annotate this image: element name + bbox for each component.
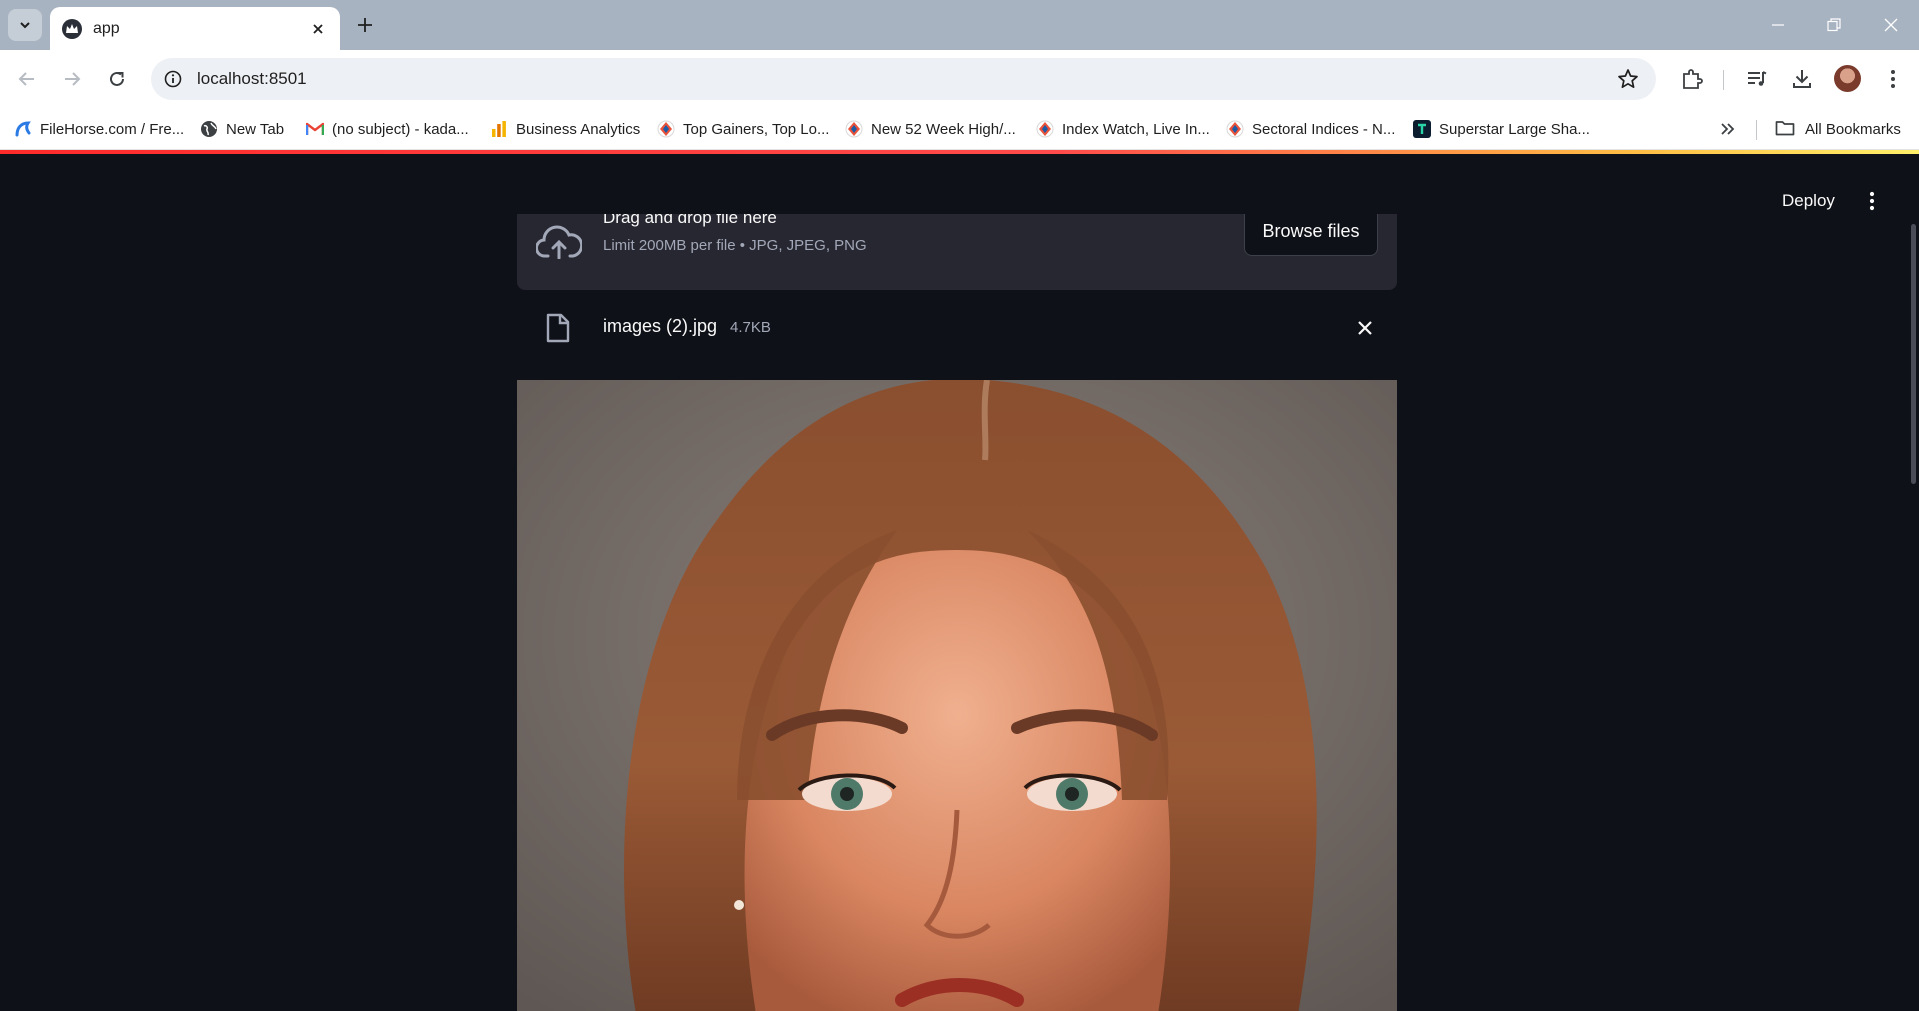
browse-files-button[interactable]: Browse files bbox=[1244, 214, 1378, 256]
bookmark-label: Business Analytics bbox=[516, 120, 641, 138]
dropzone-title: Drag and drop file here bbox=[603, 214, 777, 227]
bookmark-label: New Tab bbox=[226, 120, 285, 138]
browser-tab-strip: app bbox=[0, 0, 1919, 50]
gmail-icon bbox=[306, 120, 324, 138]
bookmark-item[interactable]: Sectoral Indices - N... bbox=[1226, 117, 1395, 141]
bookmark-item[interactable]: Business Analytics bbox=[490, 117, 640, 141]
dropzone-limit-text: Limit 200MB per file • JPG, JPEG, PNG bbox=[603, 237, 867, 254]
double-chevron-right-icon bbox=[1721, 123, 1735, 135]
uploaded-file-name: images (2).jpg bbox=[603, 316, 718, 336]
media-queue-icon bbox=[1748, 71, 1767, 86]
forward-button[interactable] bbox=[55, 62, 89, 96]
close-icon bbox=[1884, 18, 1898, 32]
download-icon bbox=[1793, 70, 1811, 88]
reload-button[interactable] bbox=[100, 62, 134, 96]
bookmark-item[interactable]: Top Gainers, Top Lo... bbox=[657, 117, 829, 141]
back-button[interactable] bbox=[10, 62, 44, 96]
nse-logo-icon bbox=[657, 120, 675, 138]
bookmark-item[interactable]: Index Watch, Live In... bbox=[1036, 117, 1210, 141]
uploaded-file-size: 4.7KB bbox=[730, 319, 771, 336]
deploy-button[interactable]: Deploy bbox=[1768, 181, 1849, 221]
downloads-button[interactable] bbox=[1786, 63, 1818, 95]
toolbar-divider bbox=[1723, 70, 1724, 90]
folder-icon bbox=[1775, 120, 1795, 138]
bookmark-item[interactable]: FileHorse.com / Fre... bbox=[14, 117, 184, 141]
close-window-button[interactable] bbox=[1863, 0, 1919, 50]
puzzle-icon bbox=[1683, 69, 1703, 89]
bookmark-label: FileHorse.com / Fre... bbox=[40, 120, 185, 138]
page-scrollbar-thumb[interactable] bbox=[1911, 224, 1916, 484]
restore-window-button[interactable] bbox=[1806, 0, 1862, 50]
site-info-icon[interactable] bbox=[161, 67, 185, 91]
more-bookmarks-button[interactable] bbox=[1715, 117, 1741, 141]
minimize-window-button[interactable] bbox=[1750, 0, 1806, 50]
file-dropzone[interactable]: Drag and drop file here Limit 200MB per … bbox=[517, 214, 1397, 290]
chevron-down-icon bbox=[20, 22, 30, 29]
all-bookmarks-button[interactable]: All Bookmarks bbox=[1775, 117, 1901, 141]
nse-logo-icon bbox=[845, 120, 863, 138]
bookmark-item[interactable]: New 52 Week High/... bbox=[845, 117, 1016, 141]
remove-file-button[interactable] bbox=[1351, 314, 1379, 342]
filehorse-icon bbox=[14, 120, 32, 138]
all-bookmarks-label: All Bookmarks bbox=[1805, 120, 1901, 138]
cloud-upload-icon bbox=[535, 222, 583, 262]
vertical-dots-icon bbox=[1869, 191, 1875, 211]
tab-title: app bbox=[93, 19, 120, 37]
bookmark-item[interactable]: Superstar Large Sha... bbox=[1413, 117, 1590, 141]
browser-toolbar: localhost:8501 bbox=[0, 50, 1919, 108]
profile-avatar[interactable] bbox=[1834, 65, 1861, 92]
nse-logo-icon bbox=[1036, 120, 1054, 138]
bookmarks-bar: FileHorse.com / Fre... New Tab (no subje… bbox=[0, 108, 1919, 150]
plus-icon bbox=[358, 18, 372, 32]
bookmark-item[interactable]: (no subject) - kada... bbox=[306, 117, 469, 141]
reload-icon bbox=[110, 71, 124, 86]
vertical-dots-icon bbox=[1891, 70, 1895, 88]
browser-menu-button[interactable] bbox=[1877, 63, 1909, 95]
bookmark-label: Index Watch, Live In... bbox=[1062, 120, 1210, 138]
browser-tab-active[interactable]: app bbox=[50, 7, 340, 50]
bookmark-label: (no subject) - kada... bbox=[332, 120, 469, 138]
app-menu-button[interactable] bbox=[1858, 182, 1886, 220]
restore-icon bbox=[1827, 18, 1841, 32]
tab-search-button[interactable] bbox=[8, 9, 42, 41]
portrait-image bbox=[517, 380, 1397, 1011]
bookmark-label: Superstar Large Sha... bbox=[1439, 120, 1590, 138]
new-tab-button[interactable] bbox=[352, 12, 378, 38]
media-controls-button[interactable] bbox=[1741, 63, 1773, 95]
arrow-left-icon bbox=[18, 72, 34, 86]
analytics-bars-icon bbox=[490, 120, 508, 138]
bookmark-label: Top Gainers, Top Lo... bbox=[683, 120, 830, 138]
arrow-right-icon bbox=[65, 72, 81, 86]
bookmark-item[interactable]: New Tab bbox=[200, 117, 284, 141]
address-bar-url: localhost:8501 bbox=[197, 69, 307, 88]
extensions-button[interactable] bbox=[1676, 63, 1708, 95]
bookmark-label: Sectoral Indices - N... bbox=[1252, 120, 1396, 138]
nse-logo-icon bbox=[1226, 120, 1244, 138]
uploaded-image-preview bbox=[517, 380, 1397, 1011]
app-main: Deploy Drag and drop file here Limit 200… bbox=[0, 154, 1919, 1011]
tab-close-icon[interactable] bbox=[308, 19, 328, 39]
uploaded-file-item: images (2).jpg 4.7KB bbox=[517, 300, 1397, 354]
bookmark-star-icon[interactable] bbox=[1614, 65, 1642, 93]
close-icon bbox=[1358, 321, 1372, 335]
address-bar[interactable]: localhost:8501 bbox=[151, 58, 1656, 100]
bookmark-label: New 52 Week High/... bbox=[871, 120, 1016, 138]
globe-icon bbox=[200, 120, 218, 138]
minimize-icon bbox=[1772, 24, 1784, 26]
streamlit-favicon-icon bbox=[62, 18, 82, 39]
trendlyne-icon bbox=[1413, 120, 1431, 138]
file-icon bbox=[544, 311, 572, 345]
bookmarks-divider bbox=[1756, 120, 1757, 140]
